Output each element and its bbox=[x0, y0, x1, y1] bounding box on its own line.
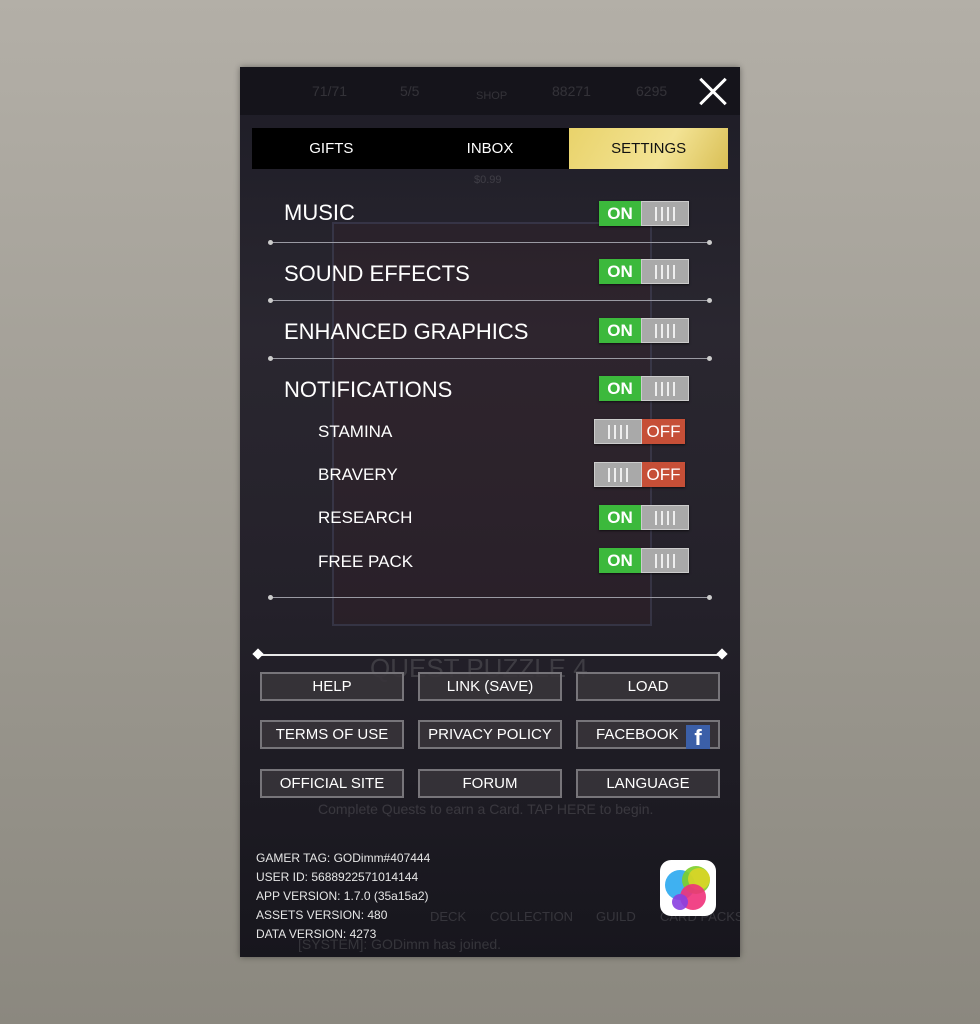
bg-gems: 6295 bbox=[636, 83, 668, 99]
data-version: DATA VERSION: 4273 bbox=[256, 927, 377, 941]
tab-inbox[interactable]: INBOX bbox=[411, 128, 570, 169]
toggle-state: ON bbox=[599, 259, 641, 284]
divider bbox=[268, 240, 712, 245]
free-pack-label: FREE PACK bbox=[318, 552, 414, 571]
toggle-state: OFF bbox=[642, 462, 685, 487]
gamer-tag: GAMER TAG: GODimm#407444 bbox=[256, 851, 431, 865]
divider bbox=[268, 298, 712, 303]
bg-nav-collection: COLLECTION bbox=[490, 909, 574, 924]
tab-bar: GIFTS INBOX SETTINGS bbox=[252, 128, 729, 169]
bg-nav-deck: DECK bbox=[430, 909, 467, 924]
toggle-grip bbox=[641, 201, 689, 226]
toggle-state: ON bbox=[599, 505, 641, 530]
toggle-grip bbox=[641, 259, 689, 284]
toggle-grip bbox=[641, 376, 689, 401]
research-label: RESEARCH bbox=[318, 508, 413, 527]
toggle-grip bbox=[641, 505, 689, 530]
music-label: MUSIC bbox=[284, 200, 355, 225]
terms-of-use-button[interactable]: TERMS OF USE bbox=[260, 720, 404, 749]
toggle-state: ON bbox=[599, 201, 641, 226]
divider bbox=[268, 356, 712, 361]
stamina-label: STAMINA bbox=[318, 422, 393, 441]
divider bbox=[268, 595, 712, 600]
facebook-label: FACEBOOK bbox=[596, 726, 679, 743]
assets-version: ASSETS VERSION: 480 bbox=[256, 908, 388, 922]
toggle-state: OFF bbox=[642, 419, 685, 444]
enhanced-graphics-toggle[interactable]: ON bbox=[599, 318, 689, 343]
stamina-toggle[interactable]: OFF bbox=[594, 419, 685, 444]
bg-stamina: 71/71 bbox=[312, 83, 348, 99]
notifications-toggle[interactable]: ON bbox=[599, 376, 689, 401]
close-icon[interactable] bbox=[698, 77, 728, 107]
enhanced-graphics-label: ENHANCED GRAPHICS bbox=[284, 319, 529, 344]
link-save-button[interactable]: LINK (SAVE) bbox=[418, 672, 562, 701]
bg-bravery: 5/5 bbox=[400, 83, 420, 99]
toggle-state: ON bbox=[599, 548, 641, 573]
facebook-icon: f bbox=[686, 725, 710, 749]
sound-effects-toggle[interactable]: ON bbox=[599, 259, 689, 284]
free-pack-toggle[interactable]: ON bbox=[599, 548, 689, 573]
app-version: APP VERSION: 1.7.0 (35a15a2) bbox=[256, 889, 429, 903]
user-id: USER ID: 5688922571014144 bbox=[256, 870, 419, 884]
bravery-label: BRAVERY bbox=[318, 465, 398, 484]
bg-nav-guild: GUILD bbox=[596, 909, 636, 924]
game-center-icon[interactable] bbox=[660, 860, 716, 916]
settings-window: 71/71 5/5 SHOP 88271 6295 $0.99 QUEST PU… bbox=[240, 67, 740, 957]
load-button[interactable]: LOAD bbox=[576, 672, 720, 701]
toggle-grip bbox=[641, 318, 689, 343]
toggle-grip bbox=[641, 548, 689, 573]
bg-price: $0.99 bbox=[474, 174, 502, 186]
toggle-state: ON bbox=[599, 318, 641, 343]
help-button[interactable]: HELP bbox=[260, 672, 404, 701]
language-button[interactable]: LANGUAGE bbox=[576, 769, 720, 798]
bg-gold: 88271 bbox=[552, 83, 591, 99]
notifications-label: NOTIFICATIONS bbox=[284, 377, 453, 402]
facebook-button[interactable]: FACEBOOK f bbox=[576, 720, 720, 749]
bg-shop: SHOP bbox=[476, 90, 508, 102]
official-site-button[interactable]: OFFICIAL SITE bbox=[260, 769, 404, 798]
sound-effects-label: SOUND EFFECTS bbox=[284, 261, 470, 286]
bravery-toggle[interactable]: OFF bbox=[594, 462, 685, 487]
toggle-grip bbox=[594, 462, 642, 487]
music-toggle[interactable]: ON bbox=[599, 201, 689, 226]
forum-button[interactable]: FORUM bbox=[418, 769, 562, 798]
section-divider bbox=[258, 654, 722, 656]
research-toggle[interactable]: ON bbox=[599, 505, 689, 530]
bg-quest-hint: Complete Quests to earn a Card. TAP HERE… bbox=[318, 801, 654, 817]
toggle-grip bbox=[594, 419, 642, 444]
tab-settings[interactable]: SETTINGS bbox=[569, 128, 729, 169]
privacy-policy-button[interactable]: PRIVACY POLICY bbox=[418, 720, 562, 749]
toggle-state: ON bbox=[599, 376, 641, 401]
tab-gifts[interactable]: GIFTS bbox=[252, 128, 411, 169]
